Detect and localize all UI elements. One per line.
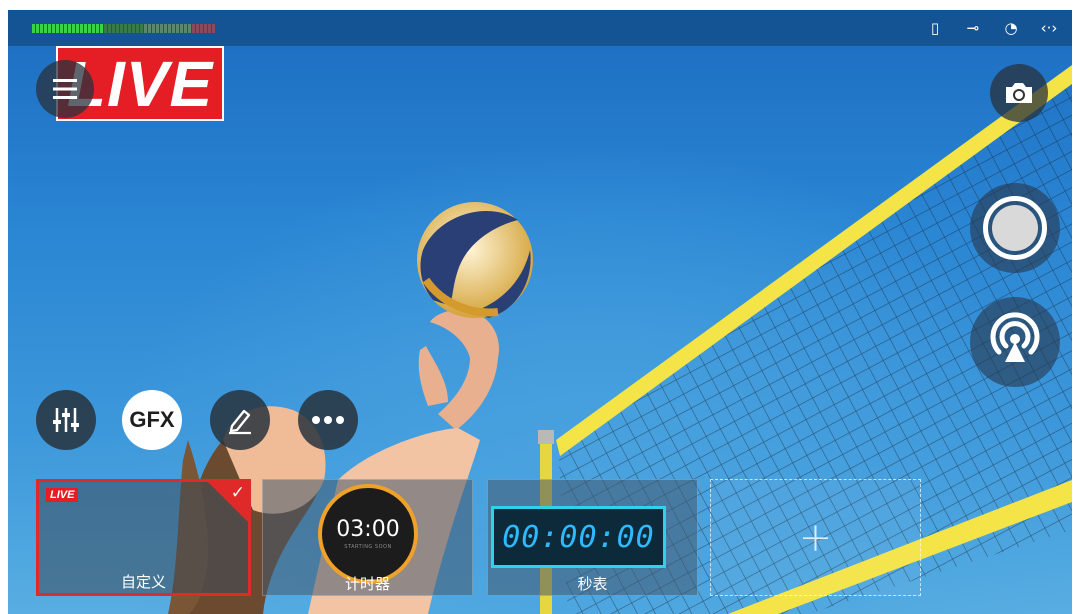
meter-segment: [208, 24, 211, 33]
meter-segment: [92, 24, 95, 33]
meter-segment: [192, 24, 195, 33]
audio-level-meter: [32, 24, 215, 33]
meter-segment: [152, 24, 155, 33]
gfx-label: GFX: [129, 407, 175, 432]
meter-segment: [88, 24, 91, 33]
status-icons: ▯ ⊸ ◔ ‹·›: [924, 18, 1060, 38]
meter-segment: [72, 24, 75, 33]
meter-segment: [172, 24, 175, 33]
card-label: 秒表: [577, 575, 608, 593]
meter-segment: [160, 24, 163, 33]
sd-card-icon: ▯: [930, 19, 940, 37]
meter-segment: [68, 24, 71, 33]
meter-segment: [120, 24, 123, 33]
gfx-button[interactable]: GFX: [122, 390, 182, 450]
meter-segment: [40, 24, 43, 33]
meter-segment: [148, 24, 151, 33]
more-button[interactable]: [298, 390, 358, 450]
add-overlay-card[interactable]: +: [710, 479, 921, 596]
status-bar: ▯ ⊸ ◔ ‹·›: [8, 10, 1072, 46]
timer-subtext: STARTING SOON: [344, 544, 392, 550]
volleyball: [417, 202, 533, 318]
meter-segment: [176, 24, 179, 33]
meter-segment: [132, 24, 135, 33]
meter-segment: [108, 24, 111, 33]
draw-button[interactable]: [210, 390, 270, 450]
card-label: 计时器: [344, 575, 390, 593]
menu-button[interactable]: [36, 60, 94, 118]
meter-segment: [100, 24, 103, 33]
meter-segment: [48, 24, 51, 33]
card-label: 自定义: [120, 573, 166, 591]
wifi-icon: ◔: [1004, 19, 1018, 37]
record-icon: [983, 196, 1047, 260]
usb-icon: ⊸: [966, 19, 980, 37]
meter-segment: [76, 24, 79, 33]
audio-mixer-button[interactable]: [36, 390, 96, 450]
stream-button[interactable]: [970, 297, 1060, 387]
timer-dial: 03:00 STARTING SOON: [318, 484, 418, 584]
meter-segment: [168, 24, 171, 33]
meter-segment: [124, 24, 127, 33]
meter-segment: [36, 24, 39, 33]
menu-icon: [53, 79, 77, 99]
meter-segment: [188, 24, 191, 33]
meter-segment: [180, 24, 183, 33]
snapshot-button[interactable]: [990, 64, 1048, 122]
timer-time: 03:00: [336, 517, 400, 542]
meter-segment: [44, 24, 47, 33]
meter-segment: [60, 24, 63, 33]
meter-segment: [196, 24, 199, 33]
meter-segment: [144, 24, 147, 33]
meter-segment: [156, 24, 159, 33]
broadcast-icon: [990, 312, 1040, 362]
ethernet-icon: ‹·›: [1040, 19, 1058, 37]
live-badge: LIVE: [46, 488, 79, 502]
sliders-icon: [53, 408, 79, 432]
meter-segment: [200, 24, 203, 33]
meter-segment: [56, 24, 59, 33]
meter-segment: [128, 24, 131, 33]
meter-segment: [140, 24, 143, 33]
meter-segment: [52, 24, 55, 33]
overlay-card-stopwatch[interactable]: 00:00:00 秒表: [487, 479, 698, 596]
meter-segment: [84, 24, 87, 33]
meter-segment: [80, 24, 83, 33]
stopwatch-display: 00:00:00: [491, 506, 666, 568]
meter-segment: [136, 24, 139, 33]
meter-segment: [116, 24, 119, 33]
meter-segment: [64, 24, 67, 33]
meter-segment: [164, 24, 167, 33]
pen-icon: [229, 409, 251, 435]
meter-segment: [212, 24, 215, 33]
check-icon: ✓: [230, 483, 245, 503]
record-button[interactable]: [970, 183, 1060, 273]
meter-segment: [96, 24, 99, 33]
overlay-card-timer[interactable]: 03:00 STARTING SOON 计时器: [262, 479, 473, 596]
meter-segment: [184, 24, 187, 33]
meter-segment: [32, 24, 35, 33]
meter-segment: [104, 24, 107, 33]
meter-segment: [112, 24, 115, 33]
overlay-card-custom[interactable]: LIVE ✓ 自定义: [36, 479, 251, 596]
camera-icon: [1006, 83, 1032, 103]
camera-preview: ▯ ⊸ ◔ ‹·› LIVE GFX LIVE ✓ 自定义 03:00 STAR…: [8, 10, 1072, 614]
plus-icon: +: [798, 514, 833, 561]
meter-segment: [204, 24, 207, 33]
more-dots-icon: [312, 416, 344, 424]
